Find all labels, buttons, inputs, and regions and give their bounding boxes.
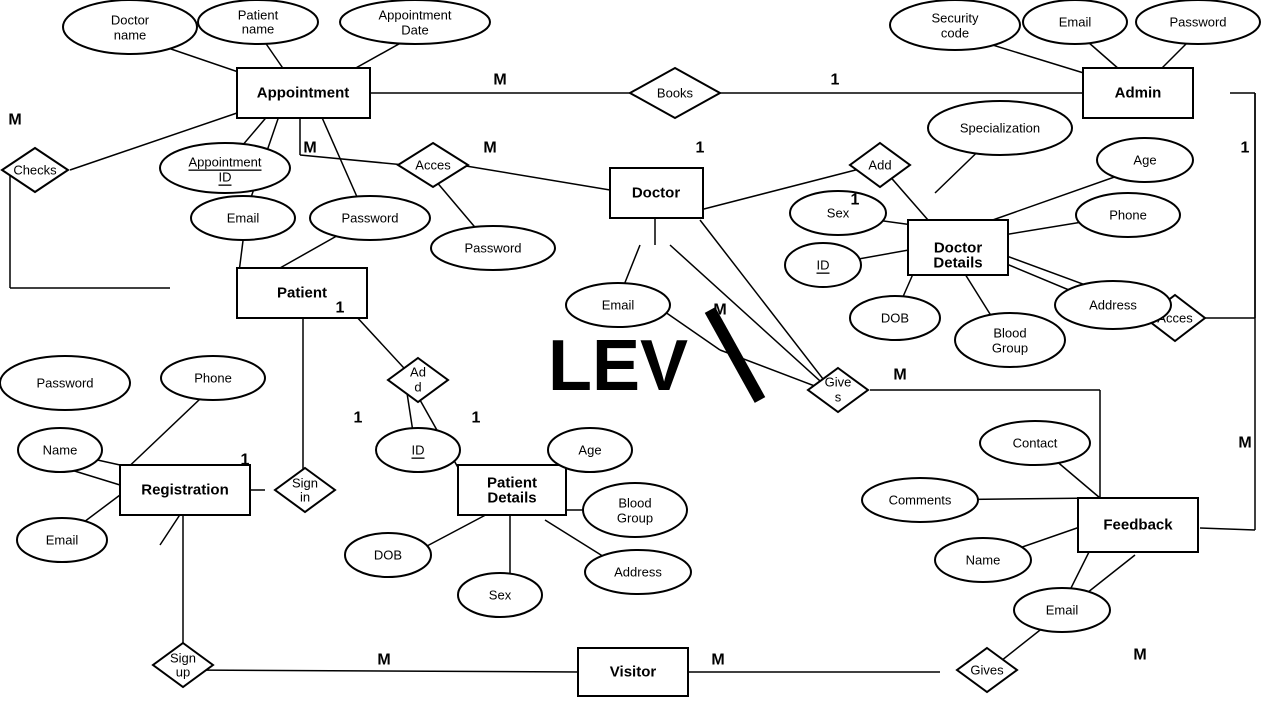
watermark-text: LEV (548, 326, 688, 406)
er-diagram: Appointment Admin Doctor Patient Doctor … (0, 0, 1280, 720)
signin-label2: in (300, 490, 310, 505)
blood-group-patient-label2: Group (617, 511, 653, 526)
email-feedback-label: Email (1046, 603, 1079, 618)
add-patient-label2: d (414, 380, 421, 395)
card-m-acces-left: M (303, 140, 316, 157)
email-doctor-label: Email (602, 298, 635, 313)
appointment-date-label2: Date (401, 23, 428, 38)
gives-label2: s (835, 390, 842, 405)
signup-label2: up (176, 665, 190, 680)
doctor-name-label: Doctor (111, 13, 150, 28)
patient-details-label2: Details (487, 490, 536, 507)
specialization-label: Specialization (960, 121, 1040, 136)
blood-group-doctor-label: Blood (993, 326, 1026, 341)
card-m-gives-feedback: M (1133, 647, 1146, 664)
visitor-label: Visitor (610, 664, 657, 681)
password-admin-label: Password (1169, 15, 1226, 30)
password-appt-label: Password (341, 211, 398, 226)
books-label: Books (657, 86, 694, 101)
patient-name-label: Patient (238, 8, 279, 23)
id-doctor-label: ID (817, 258, 830, 273)
admin-label: Admin (1115, 85, 1162, 102)
card-1-patient: 1 (336, 300, 345, 317)
id-patient-label: ID (412, 443, 425, 458)
card-1-add-patient: 1 (354, 410, 363, 427)
card-m-acces-right: M (483, 140, 496, 157)
sex-doctor-label: Sex (827, 206, 850, 221)
registration-label: Registration (141, 482, 229, 499)
card-m-gives: M (893, 367, 906, 384)
card-1-reg: 1 (241, 452, 250, 469)
appointment-date-label: Appointment (379, 8, 452, 23)
name-feedback-label: Name (966, 553, 1001, 568)
acces-label-left: Acces (415, 158, 451, 173)
feedback-label: Feedback (1103, 517, 1173, 534)
age-patient-label: Age (578, 443, 601, 458)
email-patient-label: Email (227, 211, 260, 226)
patient-label: Patient (277, 285, 327, 302)
blood-group-patient-label: Blood (618, 496, 651, 511)
card-1-doctor: 1 (696, 140, 705, 157)
address-patient-label: Address (614, 565, 662, 580)
age-doctor-label: Age (1133, 153, 1156, 168)
password-acces-label: Password (464, 241, 521, 256)
card-m-signup-left: M (377, 652, 390, 669)
signup-label: Sign (170, 651, 196, 666)
card-1-patient-details: 1 (472, 410, 481, 427)
sex-patient-label: Sex (489, 588, 512, 603)
phone-doctor-label: Phone (1109, 208, 1147, 223)
email-reg-label: Email (46, 533, 79, 548)
add-label: Add (868, 158, 891, 173)
doctor-name-label2: name (114, 28, 147, 43)
checks-label: Checks (13, 163, 57, 178)
card-m-visitor-gives: M (711, 652, 724, 669)
card-m-right: M (1238, 435, 1251, 452)
dob-doctor-label: DOB (881, 311, 909, 326)
card-m-books-left: M (493, 72, 506, 89)
card-1-books-right: 1 (831, 72, 840, 89)
dob-patient-label: DOB (374, 548, 402, 563)
patient-name-label2: name (242, 22, 275, 37)
security-code-label: Security (932, 11, 979, 26)
appointment-id-label2: ID (219, 170, 232, 185)
doctor-details-label2: Details (933, 255, 982, 272)
diagram-svg: Appointment Admin Doctor Patient Doctor … (0, 0, 1280, 720)
blood-group-doctor-label2: Group (992, 341, 1028, 356)
password-patient-label: Password (36, 376, 93, 391)
signin-label: Sign (292, 476, 318, 491)
add-patient-label: Ad (410, 365, 426, 380)
gives-bottom-label: Gives (970, 663, 1004, 678)
email-admin-label: Email (1059, 15, 1092, 30)
card-1-admin-right: 1 (1241, 140, 1250, 157)
name-reg-label: Name (43, 443, 78, 458)
contact-label: Contact (1013, 436, 1058, 451)
card-m-checks: M (8, 112, 21, 129)
phone-patient-label: Phone (194, 371, 232, 386)
doctor-label: Doctor (632, 185, 680, 202)
card-1-add: 1 (851, 192, 860, 209)
gives-label: Give (825, 375, 852, 390)
appointment-label: Appointment (257, 85, 349, 102)
comments-label: Comments (889, 493, 952, 508)
appointment-id-label: Appointment (189, 155, 262, 170)
security-code-label2: code (941, 26, 969, 41)
address-doctor-label: Address (1089, 298, 1137, 313)
